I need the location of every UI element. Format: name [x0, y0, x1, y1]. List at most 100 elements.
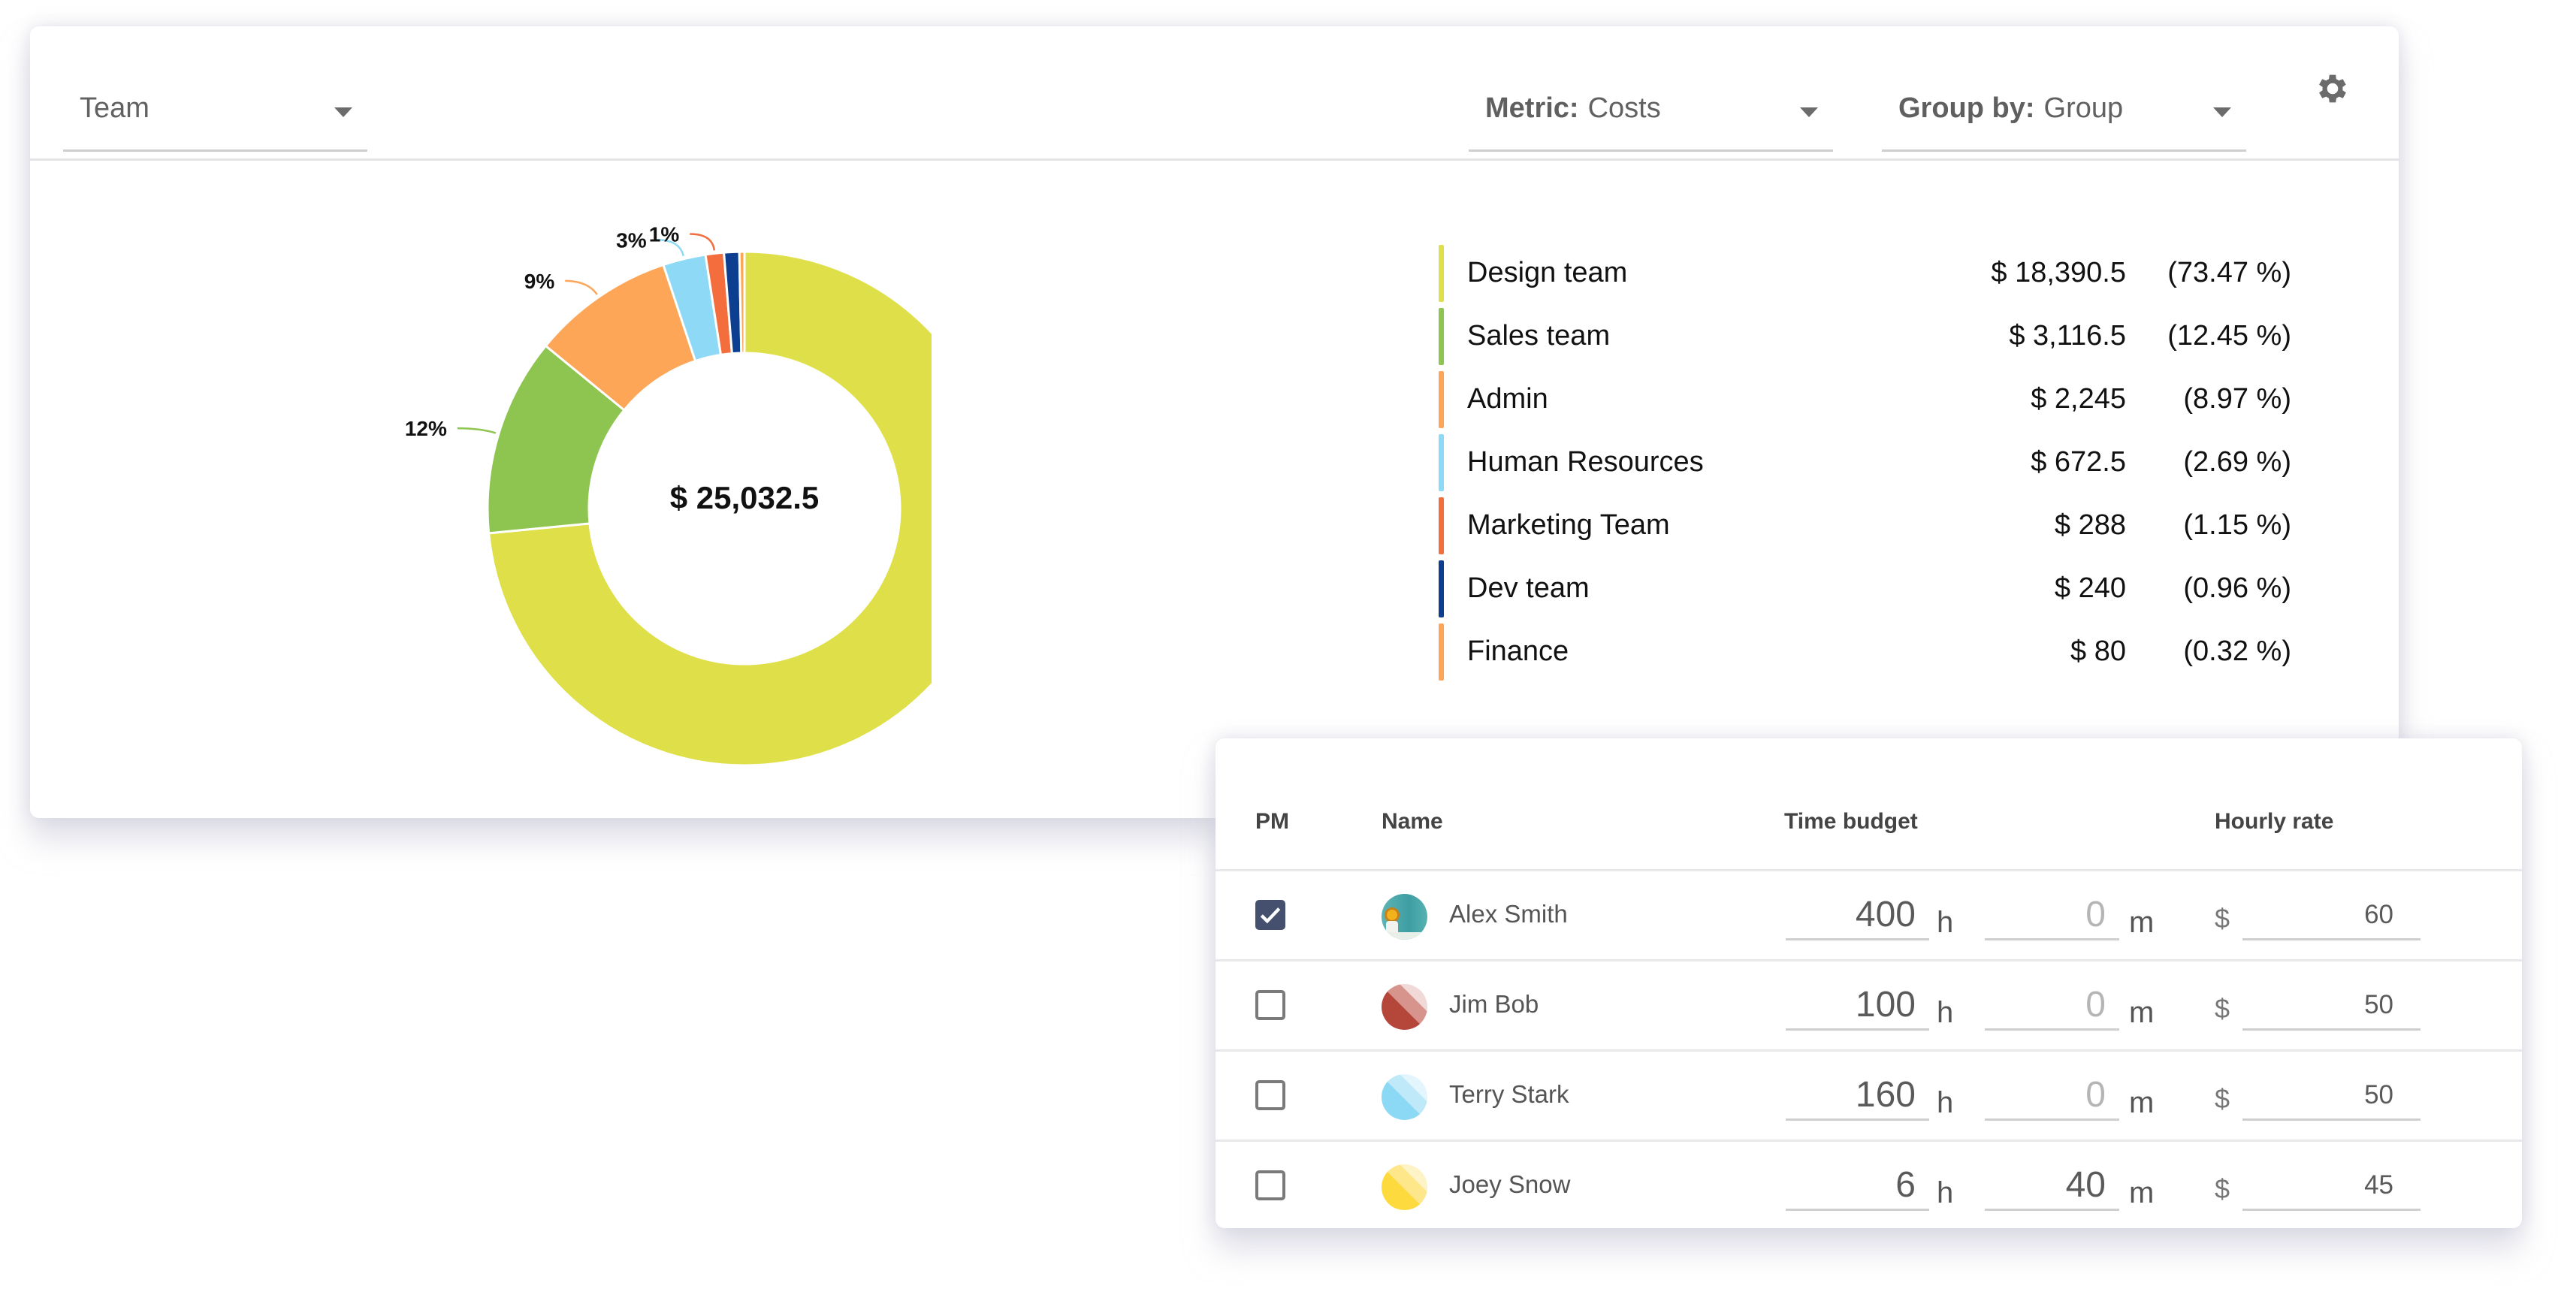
slice-leader-line — [690, 233, 716, 251]
metric-value: Costs — [1587, 92, 1661, 124]
legend-item-name: Design team — [1467, 257, 1628, 288]
legend-color-swatch — [1439, 308, 1444, 365]
minutes-input[interactable]: 40 — [1985, 1160, 2119, 1211]
member-row: Alex Smith 400 h 0 m $60 — [1216, 869, 2522, 961]
legend-color-swatch — [1439, 560, 1444, 617]
hours-input[interactable]: 160 — [1786, 1070, 1929, 1121]
legend-item-value: $ 80 — [2070, 635, 2126, 667]
hours-unit: h — [1937, 1086, 1954, 1119]
column-header-time-budget: Time budget — [1784, 809, 1918, 834]
legend-item-name: Finance — [1467, 635, 1569, 667]
hours-input[interactable]: 400 — [1786, 889, 1929, 940]
legend-item-value: $ 240 — [2054, 572, 2126, 604]
legend-item-percent: (73.47 %) — [2167, 257, 2291, 288]
legend-item-percent: (0.96 %) — [2183, 572, 2291, 604]
chart-legend: Design team $ 18,390.5 (73.47 %) Sales team… — [1439, 242, 2291, 684]
slice-percent-label: 9% — [524, 270, 555, 293]
member-name: Terry Stark — [1449, 1080, 1569, 1108]
member-name: Alex Smith — [1449, 900, 1568, 928]
currency-symbol: $ — [2215, 1083, 2230, 1114]
legend-color-swatch — [1439, 245, 1444, 302]
legend-item-name: Dev team — [1467, 572, 1590, 604]
metric-dropdown[interactable]: Metric: Costs — [1469, 70, 1833, 152]
member-row: Jim Bob 100 h 0 m $50 — [1216, 959, 2522, 1052]
hours-input[interactable]: 6 — [1786, 1160, 1929, 1211]
legend-color-swatch — [1439, 434, 1444, 491]
pm-checkbox[interactable] — [1255, 1080, 1285, 1110]
slice-percent-label: 1% — [649, 222, 680, 246]
hourly-rate-input[interactable]: 50 — [2242, 1070, 2420, 1121]
pm-checkbox[interactable] — [1255, 990, 1285, 1020]
pm-checkbox[interactable] — [1255, 900, 1285, 930]
legend-item-percent: (2.69 %) — [2183, 446, 2291, 478]
currency-symbol: $ — [2215, 1173, 2230, 1204]
legend-item[interactable]: Admin $ 2,245 (8.97 %) — [1439, 368, 2291, 431]
project-members-panel: PM Name Time budget Hourly rate Alex Smi… — [1216, 738, 2522, 1228]
hourly-rate-input[interactable]: 60 — [2242, 889, 2420, 940]
legend-item-value: $ 288 — [2054, 509, 2126, 541]
caret-down-icon — [2213, 107, 2231, 117]
legend-item[interactable]: Sales team $ 3,116.5 (12.45 %) — [1439, 305, 2291, 368]
group-by-dropdown[interactable]: Group by: Group — [1882, 70, 2246, 152]
pm-checkbox[interactable] — [1255, 1170, 1285, 1200]
legend-item-name: Human Resources — [1467, 446, 1704, 478]
cost-breakdown-panel: Team Metric:Costs Group by:Group 73%12%9… — [30, 26, 2399, 818]
legend-item-name: Admin — [1467, 383, 1548, 415]
slice-leader-line — [457, 427, 497, 434]
legend-item-percent: (0.32 %) — [2183, 635, 2291, 667]
legend-color-swatch — [1439, 623, 1444, 681]
minutes-input[interactable]: 0 — [1985, 889, 2119, 940]
legend-item-value: $ 18,390.5 — [1991, 257, 2126, 288]
slice-percent-label: 3% — [616, 228, 647, 252]
donut-chart: 73%12%9%3%1% $ 25,032.5 — [405, 222, 932, 767]
sunflower-icon — [1385, 907, 1400, 922]
hours-input[interactable]: 100 — [1786, 980, 1929, 1031]
hours-unit: h — [1937, 1176, 1954, 1209]
group-by-value: Group — [2043, 92, 2124, 124]
avatar — [1382, 894, 1427, 940]
column-header-hourly-rate: Hourly rate — [2215, 809, 2334, 834]
legend-item-percent: (12.45 %) — [2167, 320, 2291, 352]
minutes-unit: m — [2129, 996, 2155, 1029]
legend-item[interactable]: Human Resources $ 672.5 (2.69 %) — [1439, 431, 2291, 494]
slice-percent-label: 12% — [405, 417, 447, 440]
legend-item[interactable]: Marketing Team $ 288 (1.15 %) — [1439, 494, 2291, 557]
column-header-name: Name — [1382, 809, 1443, 834]
slice-leader-line — [565, 279, 598, 295]
member-row: Terry Stark 160 h 0 m $50 — [1216, 1049, 2522, 1142]
legend-item-name: Sales team — [1467, 320, 1611, 352]
gear-icon[interactable] — [2314, 70, 2351, 107]
caret-down-icon — [1800, 107, 1818, 117]
hours-unit: h — [1937, 906, 1954, 939]
avatar — [1382, 1074, 1427, 1120]
group-by-label: Group by: — [1898, 92, 2035, 124]
legend-item-value: $ 2,245 — [2031, 383, 2126, 415]
total-label: $ 25,032.5 — [670, 480, 820, 515]
member-name: Joey Snow — [1449, 1170, 1571, 1198]
legend-item-percent: (1.15 %) — [2183, 509, 2291, 541]
legend-item[interactable]: Design team $ 18,390.5 (73.47 %) — [1439, 242, 2291, 305]
column-header-pm: PM — [1255, 809, 1289, 834]
minutes-input[interactable]: 0 — [1985, 1070, 2119, 1121]
member-row: Joey Snow 6 h 40 m $45 — [1216, 1140, 2522, 1232]
avatar — [1382, 984, 1427, 1030]
currency-symbol: $ — [2215, 903, 2230, 934]
hourly-rate-input[interactable]: 45 — [2242, 1160, 2420, 1211]
legend-color-swatch — [1439, 371, 1444, 428]
avatar — [1382, 1164, 1427, 1210]
minutes-unit: m — [2129, 1086, 2155, 1119]
minutes-input[interactable]: 0 — [1985, 980, 2119, 1031]
minutes-unit: m — [2129, 1176, 2155, 1209]
legend-item-value: $ 3,116.5 — [2009, 320, 2126, 352]
legend-item-value: $ 672.5 — [2031, 446, 2126, 478]
legend-item-percent: (8.97 %) — [2183, 383, 2291, 415]
legend-item[interactable]: Finance $ 80 (0.32 %) — [1439, 620, 2291, 684]
minutes-unit: m — [2129, 906, 2155, 939]
hourly-rate-input[interactable]: 50 — [2242, 980, 2420, 1031]
metric-label: Metric: — [1485, 92, 1579, 124]
legend-item[interactable]: Dev team $ 240 (0.96 %) — [1439, 557, 2291, 620]
legend-item-name: Marketing Team — [1467, 509, 1670, 541]
currency-symbol: $ — [2215, 993, 2230, 1024]
legend-color-swatch — [1439, 497, 1444, 554]
donut-slice[interactable] — [738, 250, 746, 355]
